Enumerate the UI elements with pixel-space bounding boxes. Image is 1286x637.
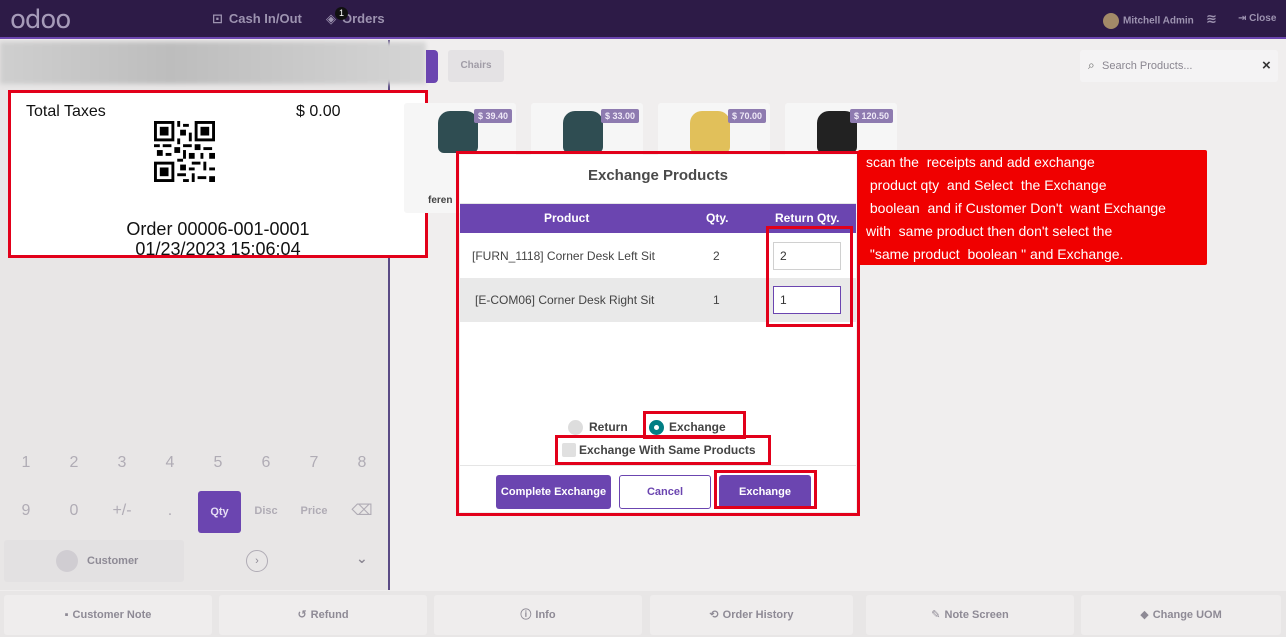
dialog-title: Exchange Products [460, 155, 856, 204]
info-icon: ⓘ [520, 609, 532, 621]
odoo-logo: odoo [10, 5, 71, 35]
close-button[interactable]: ⇥ Close [1238, 13, 1276, 24]
cash-in-out-button[interactable]: ⊡ Cash In/Out [212, 11, 302, 27]
info-button[interactable]: ⓘ Info [434, 595, 642, 635]
customer-label: Customer [87, 555, 139, 567]
numpad-key-2[interactable]: 2 [52, 442, 96, 484]
receipt-datetime: 01/23/2023 15:06:04 [135, 239, 301, 259]
complete-exchange-button[interactable]: Complete Exchange [496, 475, 611, 509]
note-screen-label: Note Screen [944, 609, 1009, 621]
product-price: $ 39.40 [473, 109, 512, 123]
change-uom-button[interactable]: ◆ Change UOM [1081, 595, 1281, 635]
order-history-button[interactable]: ⟲ Order History [650, 595, 853, 635]
orders-label: Orders [342, 11, 385, 26]
chair-image [438, 111, 478, 153]
annotation-line: "same product boolean " and Exchange. [866, 246, 1124, 262]
clear-search-icon[interactable]: × [1262, 57, 1271, 74]
row-product: [FURN_1118] Corner Desk Left Sit [472, 249, 655, 263]
numpad-key-3[interactable]: 3 [100, 442, 144, 484]
orders-badge: 1 [335, 7, 348, 20]
search-input[interactable]: Search Products... [1102, 60, 1193, 72]
undo-icon: ↺ [297, 609, 307, 621]
user-icon [56, 550, 78, 572]
bottom-bar: ▪ Customer Note ↺ Refund ⓘ Info ⟲ Order Hist… [0, 591, 1286, 637]
cash-in-out-label: Cash In/Out [228, 11, 302, 26]
note-icon: ▪ [64, 609, 69, 621]
tag-icon: ◆ [1140, 609, 1149, 621]
numpad-key-1[interactable]: 1 [4, 442, 48, 484]
cash-icon: ⊡ [212, 11, 223, 26]
product-price: $ 120.50 [849, 109, 893, 123]
note-screen-button[interactable]: ✎ Note Screen [866, 595, 1074, 635]
top-bar: odoo ⊡ Cash In/Out ◈ Orders 1 Mitchell Adm… [0, 0, 1286, 39]
info-label: Info [535, 609, 556, 621]
row-qty: 2 [713, 249, 720, 263]
numpad-key-plus-minus[interactable]: +/- [100, 490, 144, 532]
close-icon: ⇥ [1238, 13, 1250, 24]
column-return-qty: Return Qty. [775, 211, 840, 225]
avatar [1103, 13, 1119, 29]
receipt-preview: Total Taxes $ 0.00 Order 00006-001-0001 … [8, 90, 428, 259]
numpad-disc-button[interactable]: Disc [244, 490, 288, 532]
edit-icon: ✎ [931, 609, 941, 621]
backspace-icon[interactable]: ⌫ [340, 490, 384, 532]
annotation-note: scan the receipts and add exchange produ… [858, 150, 1207, 265]
change-uom-label: Change UOM [1152, 609, 1222, 621]
blurred-header [0, 42, 426, 84]
product-price: $ 33.00 [600, 109, 639, 123]
order-history-label: Order History [722, 609, 794, 621]
chair-image [690, 111, 730, 153]
numpad-key-5[interactable]: 5 [196, 442, 240, 484]
annotation-line: product qty and Select the Exchange [866, 177, 1107, 193]
same-products-highlight [555, 435, 771, 465]
customer-note-button[interactable]: ▪ Customer Note [4, 595, 212, 635]
return-radio[interactable] [568, 420, 583, 435]
customer-button[interactable]: Customer [4, 540, 184, 582]
numpad-key-6[interactable]: 6 [244, 442, 288, 484]
numpad-key-4[interactable]: 4 [148, 442, 192, 484]
product-search[interactable]: ⌕ Search Products... × [1080, 50, 1278, 82]
refund-label: Refund [310, 609, 349, 621]
numpad-key-9[interactable]: 9 [4, 490, 48, 532]
cancel-button[interactable]: Cancel [619, 475, 711, 509]
row-qty: 1 [713, 293, 720, 307]
exchange-button-highlight [714, 470, 817, 509]
chair-image [563, 111, 603, 153]
annotation-line: boolean and if Customer Don't want Excha… [866, 200, 1166, 216]
numpad-key-dot[interactable]: . [148, 490, 192, 532]
user-name: Mitchell Admin [1123, 15, 1194, 27]
close-label: Close [1249, 13, 1277, 24]
refund-button[interactable]: ↺ Refund [219, 595, 427, 635]
numpad-key-7[interactable]: 7 [292, 442, 336, 484]
wifi-icon: ≋ [1206, 11, 1217, 26]
total-taxes-value: $ 0.00 [296, 103, 341, 120]
numpad-key-8[interactable]: 8 [340, 442, 384, 484]
receipt-order-number: Order 00006-001-0001 [126, 219, 310, 239]
category-chairs[interactable]: Chairs [448, 50, 504, 82]
customer-note-label: Customer Note [72, 609, 152, 621]
search-icon: ⌕ [1088, 58, 1095, 72]
chevron-down-icon[interactable]: ⌄ [356, 550, 368, 567]
chevron-right-icon[interactable]: › [246, 550, 268, 572]
product-name-partial: feren [428, 195, 453, 206]
numpad-key-0[interactable]: 0 [52, 490, 96, 532]
user-menu[interactable]: Mitchell Admin [1103, 13, 1194, 29]
column-qty: Qty. [706, 211, 729, 225]
total-taxes-label: Total Taxes [26, 103, 106, 120]
category-active-button[interactable] [426, 50, 438, 83]
product-price: $ 70.00 [727, 109, 766, 123]
numpad-qty-button[interactable]: Qty [198, 491, 241, 533]
annotation-line: with same product then don't select the [866, 223, 1113, 239]
numpad-price-button[interactable]: Price [292, 490, 336, 532]
row-product: [E-COM06] Corner Desk Right Sit [475, 293, 655, 307]
return-qty-highlight [766, 226, 853, 327]
annotation-line: scan the receipts and add exchange [866, 154, 1095, 170]
history-icon: ⟲ [709, 609, 719, 621]
qr-code-icon [154, 121, 215, 182]
column-product: Product [544, 211, 590, 225]
return-label: Return [589, 420, 628, 434]
